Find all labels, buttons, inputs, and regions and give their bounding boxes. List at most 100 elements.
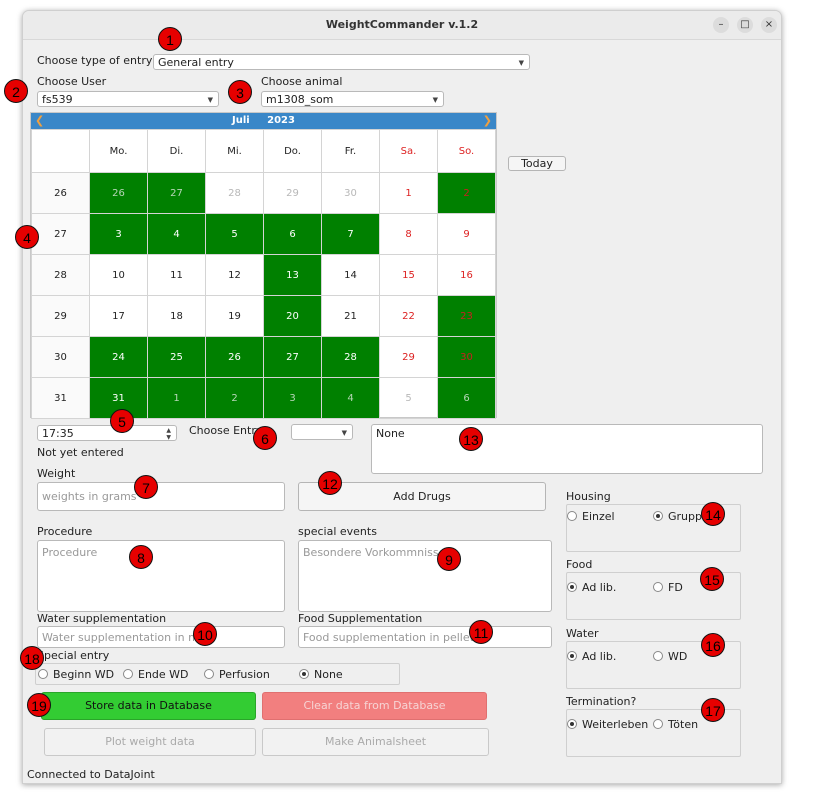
calendar-week-row: 27 3 4 5 6 7 8 9 — [31, 213, 496, 255]
user-label: Choose User — [37, 75, 107, 88]
water-supp-input[interactable]: Water supplementation in ml — [37, 626, 285, 648]
calendar-day[interactable]: 1 — [379, 172, 438, 214]
calendar-day[interactable]: 23 — [437, 295, 496, 337]
calendar-day[interactable]: 1 — [147, 377, 206, 419]
radio-water-adlib[interactable]: Ad lib. — [567, 650, 616, 663]
weight-input[interactable]: weights in grams — [37, 482, 285, 511]
radio-label: Perfusion — [219, 668, 270, 681]
choose-entry-label: Choose Entry — [189, 424, 263, 437]
calendar-day[interactable]: 4 — [321, 377, 380, 419]
calendar-day[interactable]: 17 — [89, 295, 148, 337]
water-supp-label: Water supplementation — [37, 612, 167, 625]
entry-type-select[interactable]: General entry ▼ — [153, 54, 530, 70]
store-data-button[interactable]: Store data in Database — [41, 692, 256, 720]
calendar-day[interactable]: 22 — [379, 295, 438, 337]
spin-icon[interactable]: ▲ ▼ — [166, 427, 171, 441]
annotation-badge: 19 — [27, 693, 51, 717]
annotation-badge: 12 — [318, 471, 342, 495]
calendar-day[interactable]: 30 — [437, 336, 496, 378]
calendar-day[interactable]: 2 — [437, 172, 496, 214]
calendar-day[interactable]: 24 — [89, 336, 148, 378]
radio-einzel[interactable]: Einzel — [567, 510, 615, 523]
radio-none[interactable]: None — [299, 668, 343, 681]
calendar-day[interactable]: 29 — [263, 172, 322, 214]
calendar-day[interactable]: 11 — [147, 254, 206, 296]
calendar-year[interactable]: 2023 — [267, 115, 295, 126]
calendar-day[interactable]: 14 — [321, 254, 380, 296]
calendar-day[interactable]: 27 — [263, 336, 322, 378]
calendar-week-row: 29 17 18 19 20 21 22 23 — [31, 295, 496, 337]
radio-fd[interactable]: FD — [653, 581, 683, 594]
calendar-day[interactable]: 3 — [89, 213, 148, 255]
maximize-icon[interactable]: □ — [737, 17, 753, 33]
calendar-day[interactable]: 5 — [205, 213, 264, 255]
calendar-day[interactable]: 20 — [263, 295, 322, 337]
calendar-day[interactable]: 25 — [147, 336, 206, 378]
radio-dot — [567, 582, 577, 592]
calendar-day[interactable]: 9 — [437, 213, 496, 255]
week-number: 31 — [31, 377, 90, 419]
radio-wd[interactable]: WD — [653, 650, 687, 663]
calendar-day[interactable]: 30 — [321, 172, 380, 214]
time-input[interactable]: 17:35 ▲ ▼ — [37, 425, 177, 441]
calendar-day[interactable]: 29 — [379, 336, 438, 378]
calendar-day[interactable]: 18 — [147, 295, 206, 337]
calendar-day[interactable]: 21 — [321, 295, 380, 337]
food-supp-label: Food Supplementation — [298, 612, 423, 625]
annotation-badge: 5 — [110, 409, 134, 433]
calendar-day[interactable]: 6 — [263, 213, 322, 255]
radio-ende-wd[interactable]: Ende WD — [123, 668, 189, 681]
plot-weight-button[interactable]: Plot weight data — [44, 728, 256, 756]
entry-type-value: General entry — [158, 56, 234, 69]
calendar-day[interactable]: 5 — [379, 377, 438, 419]
clear-data-button[interactable]: Clear data from Database — [262, 692, 487, 720]
close-icon[interactable]: × — [761, 17, 777, 33]
today-button[interactable]: Today — [508, 156, 566, 171]
radio-beginn-wd[interactable]: Beginn WD — [38, 668, 114, 681]
calendar-day[interactable]: 4 — [147, 213, 206, 255]
radio-dot — [567, 511, 577, 521]
food-supp-input[interactable]: Food supplementation in pellets — [298, 626, 552, 648]
calendar-day[interactable]: 19 — [205, 295, 264, 337]
animal-select[interactable]: m1308_som ▼ — [261, 91, 444, 107]
calendar-day[interactable]: 6 — [437, 377, 496, 419]
make-animalsheet-button[interactable]: Make Animalsheet — [262, 728, 489, 756]
calendar-day[interactable]: 28 — [321, 336, 380, 378]
user-select[interactable]: fs539 ▼ — [37, 91, 219, 107]
calendar-day[interactable]: 13 — [263, 254, 322, 296]
calendar-day[interactable]: 7 — [321, 213, 380, 255]
calendar-day[interactable]: 3 — [263, 377, 322, 419]
calendar-day[interactable]: 26 — [205, 336, 264, 378]
radio-perfusion[interactable]: Perfusion — [204, 668, 270, 681]
radio-weiterleben[interactable]: Weiterleben — [567, 718, 648, 731]
minimize-icon[interactable]: – — [713, 17, 729, 33]
calendar-day[interactable]: 27 — [147, 172, 206, 214]
calendar-day[interactable]: 28 — [205, 172, 264, 214]
calendar-day[interactable]: 10 — [89, 254, 148, 296]
radio-toeten[interactable]: Töten — [653, 718, 698, 731]
weekday-header: Mi. — [205, 129, 264, 173]
choose-entry-select[interactable]: ▼ — [291, 424, 353, 440]
annotation-badge: 8 — [129, 545, 153, 569]
calendar-widget[interactable]: ❮ Juli 2023 ❯ Mo. Di. Mi. Do. Fr. Sa. So. 26 26… — [30, 112, 497, 419]
weekday-header: So. — [437, 129, 496, 173]
next-month-icon[interactable]: ❯ — [483, 114, 492, 127]
calendar-day[interactable]: 15 — [379, 254, 438, 296]
calendar-month[interactable]: Juli — [232, 115, 250, 126]
annotation-badge: 13 — [459, 427, 483, 451]
calendar-day[interactable]: 2 — [205, 377, 264, 419]
calendar-day[interactable]: 26 — [89, 172, 148, 214]
calendar-day[interactable]: 8 — [379, 213, 438, 255]
annotation-badge: 18 — [20, 646, 44, 670]
chevron-down-icon: ▼ — [518, 59, 524, 67]
calendar-week-row: 28 10 11 12 13 14 15 16 — [31, 254, 496, 296]
radio-food-adlib[interactable]: Ad lib. — [567, 581, 616, 594]
calendar-day[interactable]: 12 — [205, 254, 264, 296]
procedure-input[interactable]: Procedure — [37, 540, 285, 612]
user-value: fs539 — [42, 93, 73, 106]
chevron-down-icon: ▼ — [341, 429, 347, 437]
calendar-day[interactable]: 16 — [437, 254, 496, 296]
calendar-month-year[interactable]: Juli 2023 — [31, 115, 496, 126]
special-events-input[interactable]: Besondere Vorkommnisse — [298, 540, 552, 612]
water-label: Water — [566, 627, 599, 640]
